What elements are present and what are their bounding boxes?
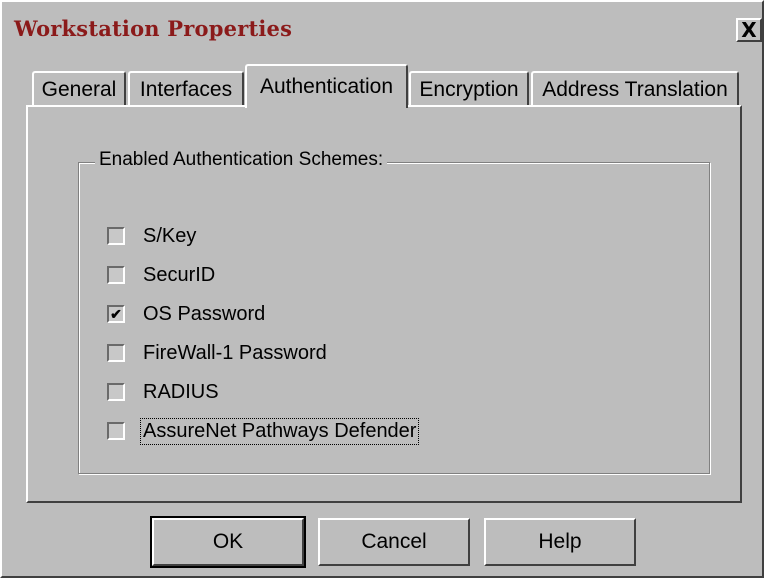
scheme-radius[interactable]: RADIUS <box>107 378 221 406</box>
tab-panel-authentication: Enabled Authentication Schemes: S/Key Se… <box>26 105 742 503</box>
scheme-label: AssureNet Pathways Defender <box>139 417 420 445</box>
tab-label: General <box>41 77 117 101</box>
tab-label: Address Translation <box>542 77 728 101</box>
close-button[interactable]: X <box>736 18 762 42</box>
help-button[interactable]: Help <box>484 518 636 566</box>
tab-label: Encryption <box>419 77 519 101</box>
tab-label: Authentication <box>259 75 394 98</box>
cancel-button[interactable]: Cancel <box>318 518 470 566</box>
scheme-label: SecurID <box>143 263 216 286</box>
window-title: Workstation Properties <box>14 16 293 41</box>
scheme-skey[interactable]: S/Key <box>107 222 198 250</box>
checkbox[interactable] <box>107 422 125 440</box>
checkbox[interactable] <box>107 227 125 245</box>
group-label: Enabled Authentication Schemes: <box>95 149 388 171</box>
tab-encryption[interactable]: Encryption <box>409 71 529 106</box>
scheme-label: OS Password <box>143 302 266 325</box>
checkbox[interactable] <box>107 344 125 362</box>
checkbox-checked[interactable]: ✔ <box>107 305 125 323</box>
tab-address-translation[interactable]: Address Translation <box>531 71 739 106</box>
scheme-label: FireWall-1 Password <box>143 341 327 364</box>
scheme-securid[interactable]: SecurID <box>107 261 217 289</box>
checkbox[interactable] <box>107 266 125 284</box>
tab-general[interactable]: General <box>32 71 126 106</box>
ok-button[interactable]: OK <box>150 516 306 568</box>
checkbox[interactable] <box>107 383 125 401</box>
tab-interfaces[interactable]: Interfaces <box>128 71 244 106</box>
scheme-os-password[interactable]: ✔ OS Password <box>107 300 267 328</box>
tab-label: Interfaces <box>139 77 233 101</box>
close-icon: X <box>741 18 757 42</box>
scheme-firewall1-password[interactable]: FireWall-1 Password <box>107 339 329 367</box>
scheme-assurenet-defender[interactable]: AssureNet Pathways Defender <box>107 417 420 445</box>
dialog-window: Workstation Properties X General Interfa… <box>0 0 764 578</box>
scheme-label: S/Key <box>143 224 197 247</box>
tab-authentication[interactable]: Authentication <box>245 64 408 108</box>
auth-schemes-group: Enabled Authentication Schemes: S/Key Se… <box>78 149 710 474</box>
scheme-label: RADIUS <box>143 380 219 403</box>
